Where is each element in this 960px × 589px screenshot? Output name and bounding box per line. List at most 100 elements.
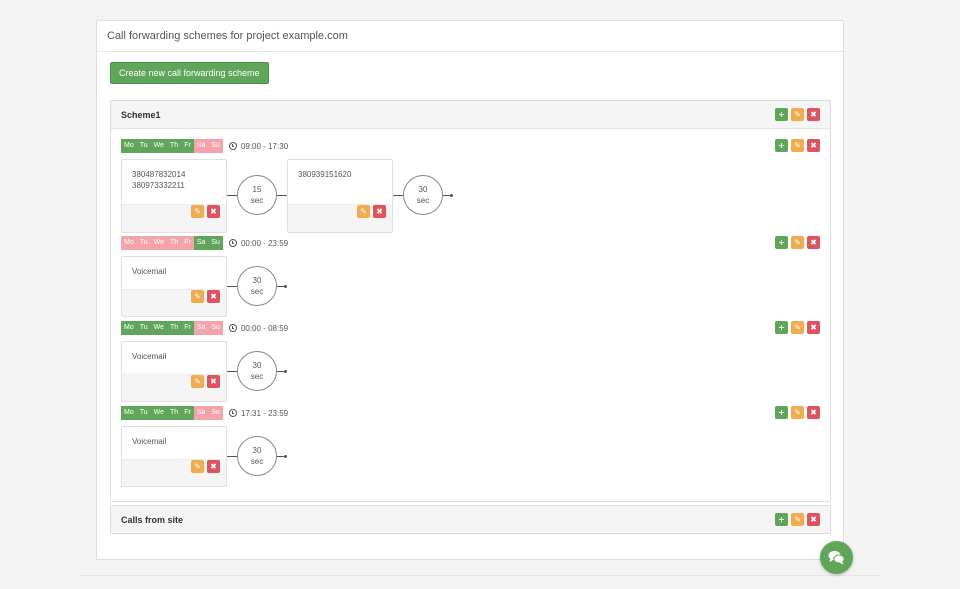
close-icon: ✖ — [210, 292, 217, 301]
pencil-icon: ✎ — [360, 207, 367, 216]
forwarding-rule: Mo Tu We Th Fr Sa Su 17:31 - 23:59 + ✎ ✖… — [111, 406, 830, 488]
delay-timer[interactable]: 30 sec — [403, 175, 443, 215]
edit-scheme-button[interactable]: ✎ — [791, 513, 804, 526]
day-we[interactable]: We — [150, 321, 168, 335]
pencil-icon: ✎ — [194, 377, 201, 386]
rule-header: Mo Tu We Th Fr Sa Su 00:00 - 23:59 — [121, 236, 288, 250]
voicemail-label: Voicemail — [132, 437, 167, 446]
day-th[interactable]: Th — [167, 406, 182, 420]
delete-destination-button[interactable]: ✖ — [373, 205, 386, 218]
day-fr[interactable]: Fr — [181, 321, 194, 335]
day-su[interactable]: Su — [208, 321, 223, 335]
flow-end-dot — [450, 194, 453, 197]
forwarding-rule: Mo Tu We Th Fr Sa Su 00:00 - 08:59 + ✎ ✖… — [111, 321, 830, 403]
delete-scheme-button[interactable]: ✖ — [807, 108, 820, 121]
chat-widget-button[interactable] — [820, 541, 853, 574]
delay-timer[interactable]: 30 sec — [237, 351, 277, 391]
edit-rule-button[interactable]: ✎ — [791, 406, 804, 419]
day-su[interactable]: Su — [208, 236, 223, 250]
edit-rule-button[interactable]: ✎ — [791, 236, 804, 249]
delete-destination-button[interactable]: ✖ — [207, 290, 220, 303]
delay-timer[interactable]: 30 sec — [237, 436, 277, 476]
time-range-text: 17:31 - 23:59 — [240, 408, 289, 418]
day-mo[interactable]: Mo — [121, 236, 137, 250]
day-we[interactable]: We — [150, 139, 168, 153]
plus-icon: + — [778, 515, 785, 524]
day-we[interactable]: We — [150, 406, 168, 420]
day-tu[interactable]: Tu — [136, 236, 151, 250]
card-actions: ✎ ✖ — [191, 290, 220, 309]
delete-rule-button[interactable]: ✖ — [807, 321, 820, 334]
day-tu[interactable]: Tu — [136, 321, 151, 335]
day-su[interactable]: Su — [208, 406, 223, 420]
add-step-button[interactable]: + — [775, 139, 788, 152]
day-sa[interactable]: Sa — [193, 236, 209, 250]
clock-icon — [228, 409, 237, 417]
delay-timer[interactable]: 15 sec — [237, 175, 277, 215]
card-actions: ✎ ✖ — [191, 205, 220, 225]
add-step-button[interactable]: + — [775, 406, 788, 419]
day-mo[interactable]: Mo — [121, 321, 137, 335]
day-fr[interactable]: Fr — [181, 139, 194, 153]
add-step-button[interactable]: + — [775, 236, 788, 249]
day-fr[interactable]: Fr — [181, 406, 194, 420]
delete-rule-button[interactable]: ✖ — [807, 406, 820, 419]
day-sa[interactable]: Sa — [193, 139, 209, 153]
close-icon: ✖ — [810, 323, 817, 332]
day-sa[interactable]: Sa — [193, 321, 209, 335]
card-footer: ✎ ✖ — [122, 459, 226, 486]
edit-destination-button[interactable]: ✎ — [357, 205, 370, 218]
edit-scheme-button[interactable]: ✎ — [791, 108, 804, 121]
voicemail-label: Voicemail — [132, 267, 167, 276]
day-su[interactable]: Su — [208, 139, 223, 153]
close-icon: ✖ — [810, 515, 817, 524]
day-tu[interactable]: Tu — [136, 406, 151, 420]
add-rule-button[interactable]: + — [775, 108, 788, 121]
day-mo[interactable]: Mo — [121, 139, 137, 153]
edit-destination-button[interactable]: ✎ — [191, 375, 204, 388]
card-actions: ✎ ✖ — [357, 205, 386, 225]
forwarding-rule: Mo Tu We Th Fr Sa Su 00:00 - 23:59 + ✎ ✖… — [111, 236, 830, 318]
forward-destination-card: 380487832014 380973332211 ✎ ✖ — [121, 159, 227, 233]
delay-unit: sec — [250, 196, 264, 205]
delete-rule-button[interactable]: ✖ — [807, 236, 820, 249]
day-we[interactable]: We — [150, 236, 168, 250]
card-footer: ✎ ✖ — [122, 204, 226, 232]
pencil-icon: ✎ — [194, 462, 201, 471]
card-actions: ✎ ✖ — [191, 460, 220, 479]
day-th[interactable]: Th — [167, 139, 182, 153]
forwarding-rule: Mo Tu We Th Fr Sa Su 09:00 - 17:30 + ✎ ✖… — [111, 139, 830, 234]
add-rule-button[interactable]: + — [775, 513, 788, 526]
scheme-header[interactable]: Calls from site + ✎ ✖ — [111, 506, 830, 533]
delete-scheme-button[interactable]: ✖ — [807, 513, 820, 526]
scheme-title: Calls from site — [121, 515, 184, 525]
edit-destination-button[interactable]: ✎ — [191, 205, 204, 218]
delay-unit: sec — [250, 372, 264, 381]
day-fr[interactable]: Fr — [181, 236, 194, 250]
call-forwarding-panel: Call forwarding schemes for project exam… — [96, 20, 844, 560]
edit-destination-button[interactable]: ✎ — [191, 460, 204, 473]
delete-destination-button[interactable]: ✖ — [207, 375, 220, 388]
edit-rule-button[interactable]: ✎ — [791, 321, 804, 334]
day-tu[interactable]: Tu — [136, 139, 151, 153]
delete-destination-button[interactable]: ✖ — [207, 205, 220, 218]
scheme-card-scheme1: Scheme1 + ✎ ✖ Mo Tu We Th Fr Sa Su 09:00… — [110, 100, 831, 502]
forward-destination-card: Voicemail ✎ ✖ — [121, 426, 227, 487]
pencil-icon: ✎ — [794, 323, 801, 332]
day-th[interactable]: Th — [167, 236, 182, 250]
edit-rule-button[interactable]: ✎ — [791, 139, 804, 152]
delete-destination-button[interactable]: ✖ — [207, 460, 220, 473]
clock-icon — [228, 142, 237, 150]
flow-end-dot — [284, 370, 287, 373]
day-th[interactable]: Th — [167, 321, 182, 335]
day-mo[interactable]: Mo — [121, 406, 137, 420]
delete-rule-button[interactable]: ✖ — [807, 139, 820, 152]
create-scheme-button[interactable]: Create new call forwarding scheme — [110, 62, 269, 84]
add-step-button[interactable]: + — [775, 321, 788, 334]
day-sa[interactable]: Sa — [193, 406, 209, 420]
card-footer: ✎ ✖ — [122, 289, 226, 316]
delay-timer[interactable]: 30 sec — [237, 266, 277, 306]
card-footer: ✎ ✖ — [288, 204, 392, 232]
weekday-selector: Mo Tu We Th Fr Sa Su — [121, 321, 223, 335]
edit-destination-button[interactable]: ✎ — [191, 290, 204, 303]
